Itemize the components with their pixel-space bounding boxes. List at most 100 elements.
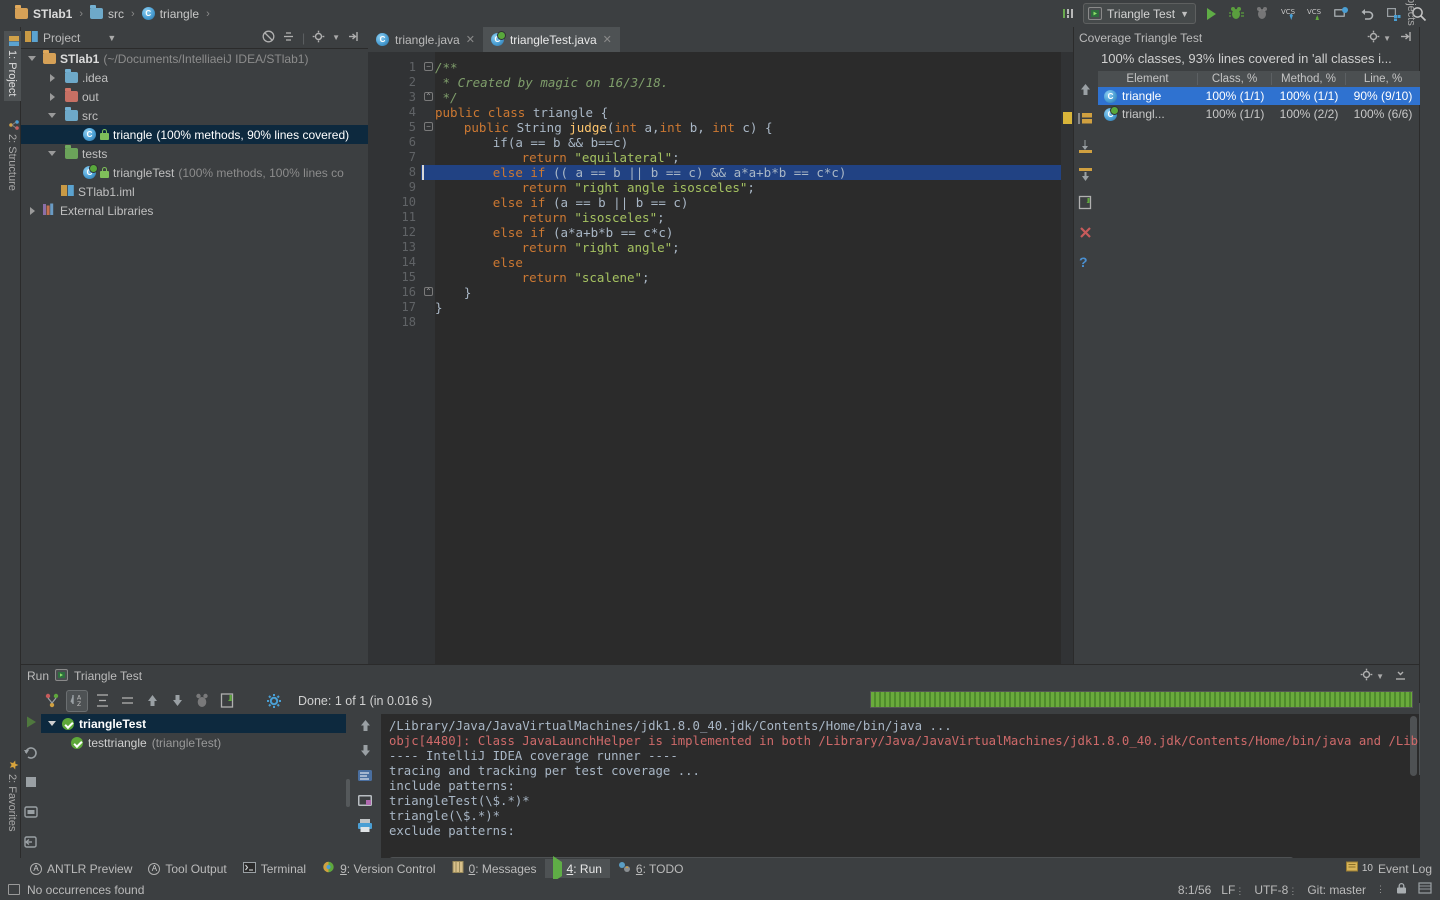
bottom-tab-run[interactable]: 4: Run	[544, 855, 610, 882]
sidebar-item-favorites[interactable]: 2: Favorites	[4, 755, 21, 836]
expand-arrow-icon[interactable]	[47, 111, 57, 121]
close-icon[interactable]: ✕	[466, 33, 475, 46]
bottom-tab-antlr-preview[interactable]: A ANTLR Preview	[22, 859, 140, 878]
close-icon[interactable]: ✕	[603, 33, 612, 46]
generate-report-icon[interactable]	[1078, 195, 1093, 213]
tab-triangletest-java[interactable]: C triangleTest.java ✕	[482, 27, 620, 52]
rerun-failed-icon[interactable]	[23, 744, 39, 763]
code-line[interactable]: }	[435, 300, 443, 315]
chevron-down-icon[interactable]: ▼	[1376, 672, 1384, 681]
column-header-element[interactable]: Element	[1098, 73, 1198, 85]
run-icon[interactable]	[1200, 3, 1222, 25]
git-branch[interactable]: Git: master	[1307, 883, 1366, 897]
project-structure-icon[interactable]	[1382, 3, 1404, 25]
code-text[interactable]: /** * Created by magic on 16/3/18. */pub…	[435, 52, 1073, 664]
code-line[interactable]: return "isosceles";	[522, 210, 665, 225]
up-arrow-icon[interactable]	[1078, 82, 1093, 100]
code-line[interactable]: public class triangle {	[435, 105, 608, 120]
editor-marker-bar[interactable]	[1061, 52, 1073, 664]
code-line[interactable]: }	[464, 285, 472, 300]
run-splitter[interactable]	[346, 714, 350, 869]
fold-marker-icon[interactable]: ⌃	[424, 92, 433, 101]
run-with-coverage-icon[interactable]	[191, 690, 213, 712]
fold-marker-icon[interactable]: −	[424, 122, 433, 131]
fold-marker-icon[interactable]: ⌃	[424, 287, 433, 296]
bottom-tab-tool-output[interactable]: A Tool Output	[140, 859, 234, 878]
expand-arrow-icon[interactable]	[47, 721, 57, 726]
expand-arrow-icon[interactable]	[47, 92, 57, 102]
chevron-down-icon[interactable]: ▼	[1383, 34, 1391, 43]
test-settings-gear-icon[interactable]	[263, 690, 285, 712]
code-line[interactable]: */	[435, 90, 458, 105]
expand-arrow-icon[interactable]	[47, 149, 57, 159]
vcs-commit-icon[interactable]: VCS	[1304, 3, 1326, 25]
warning-marker[interactable]	[1063, 112, 1072, 124]
code-line[interactable]: return "equilateral";	[522, 150, 680, 165]
pin-tab-icon[interactable]	[23, 804, 39, 823]
code-line[interactable]: return "right angle isosceles";	[522, 180, 755, 195]
stack-icon[interactable]	[1057, 3, 1079, 25]
help-icon[interactable]: ?	[1079, 254, 1088, 270]
tree-item-triangletest[interactable]: C triangleTest (100% methods, 100% lines…	[21, 163, 368, 182]
test-tree-item-testtriangle[interactable]: testtriangle (triangleTest)	[41, 733, 346, 752]
gear-icon[interactable]	[1360, 668, 1373, 684]
expand-all-icon[interactable]	[91, 690, 113, 712]
hide-icon[interactable]	[1399, 30, 1412, 46]
test-tree-icon[interactable]	[41, 690, 63, 712]
bottom-tab-messages[interactable]: 0: Messages	[444, 859, 545, 878]
tree-item-external-libraries[interactable]: External Libraries	[21, 201, 368, 220]
use-console-icon[interactable]	[357, 793, 373, 811]
minimize-icon[interactable]	[1394, 668, 1407, 684]
sync-icon[interactable]	[1330, 3, 1352, 25]
code-line[interactable]: else if (a*a+b*b == c*c)	[493, 225, 674, 240]
code-line[interactable]: else if (a == b || b == c)	[493, 195, 689, 210]
stop-icon[interactable]	[23, 774, 39, 793]
chevron-down-icon[interactable]: ▼	[332, 33, 340, 42]
column-header-method[interactable]: Method, %	[1272, 73, 1346, 85]
lock-readonly-icon[interactable]	[1395, 882, 1408, 898]
bottom-tab-version-control[interactable]: 9: Version Control	[314, 859, 443, 878]
event-log-label[interactable]: Event Log	[1378, 862, 1432, 876]
sort-alphabetically-icon[interactable]: AZ	[66, 689, 88, 712]
test-tree-item-triangletest[interactable]: triangleTest	[41, 714, 346, 733]
memory-indicator-icon[interactable]	[1418, 881, 1432, 898]
breadcrumb-item-stlab1[interactable]: STlab1	[12, 7, 75, 21]
code-line[interactable]: return "right angle";	[522, 240, 680, 255]
soft-wrap-icon[interactable]	[357, 768, 373, 786]
coverage-icon[interactable]	[1252, 3, 1274, 25]
code-line[interactable]: public String judge(int a,int b, int c) …	[464, 120, 773, 135]
collapse-scope-icon[interactable]	[262, 30, 275, 46]
expand-arrow-icon[interactable]	[27, 54, 37, 64]
vcs-update-icon[interactable]: VCS	[1278, 3, 1300, 25]
run-configuration-selector[interactable]: Triangle Test ▼	[1083, 3, 1196, 24]
bottom-tab-terminal[interactable]: Terminal	[235, 859, 314, 878]
tab-triangle-java[interactable]: C triangle.java ✕	[368, 27, 483, 52]
debug-icon[interactable]	[1226, 3, 1248, 25]
rerun-icon[interactable]	[23, 714, 39, 733]
code-line[interactable]: /**	[435, 60, 458, 75]
tree-item-tests[interactable]: tests	[21, 144, 368, 163]
table-row[interactable]: C triangle 100% (1/1) 100% (1/1) 90% (9/…	[1098, 87, 1420, 105]
scroll-up-icon[interactable]	[358, 718, 373, 736]
event-log-area[interactable]: 10 Event Log	[1345, 861, 1440, 877]
console-output[interactable]: /Library/Java/JavaVirtualMachines/jdk1.8…	[381, 714, 1419, 869]
export-coverage-icon[interactable]	[1078, 167, 1093, 185]
collapse-all-icon[interactable]	[282, 30, 295, 46]
close-tab-icon[interactable]	[23, 834, 39, 853]
undo-icon[interactable]	[1356, 3, 1378, 25]
bottom-tab-todo[interactable]: 6: TODO	[610, 859, 692, 878]
sidebar-item-structure[interactable]: 2: Structure	[4, 115, 21, 196]
sidebar-item-project[interactable]: 1: Project	[4, 31, 21, 102]
code-editor[interactable]: 1 2 3 4 5 6 7 8 9 10 11 12 13 14 15 16 17 18 − ⌃ − ⌃ /** * C…	[368, 52, 1073, 664]
print-icon[interactable]	[357, 818, 373, 836]
breadcrumb-item-triangle[interactable]: C triangle	[139, 7, 202, 21]
coverage-table[interactable]: Element Class, % Method, % Line, % C tri…	[1098, 71, 1420, 123]
project-tree[interactable]: STlab1 (~/Documents/IntelliaeiJ IDEA/STl…	[21, 49, 368, 646]
encoding[interactable]: UTF-8⋮	[1254, 883, 1297, 897]
expand-arrow-icon[interactable]	[27, 206, 37, 216]
fold-marker-icon[interactable]: −	[424, 62, 433, 71]
editor-fold-bar[interactable]: − ⌃ − ⌃	[421, 52, 435, 664]
import-coverage-icon[interactable]	[1078, 139, 1093, 157]
tree-item-out[interactable]: out	[21, 87, 368, 106]
previous-test-icon[interactable]	[141, 690, 163, 712]
